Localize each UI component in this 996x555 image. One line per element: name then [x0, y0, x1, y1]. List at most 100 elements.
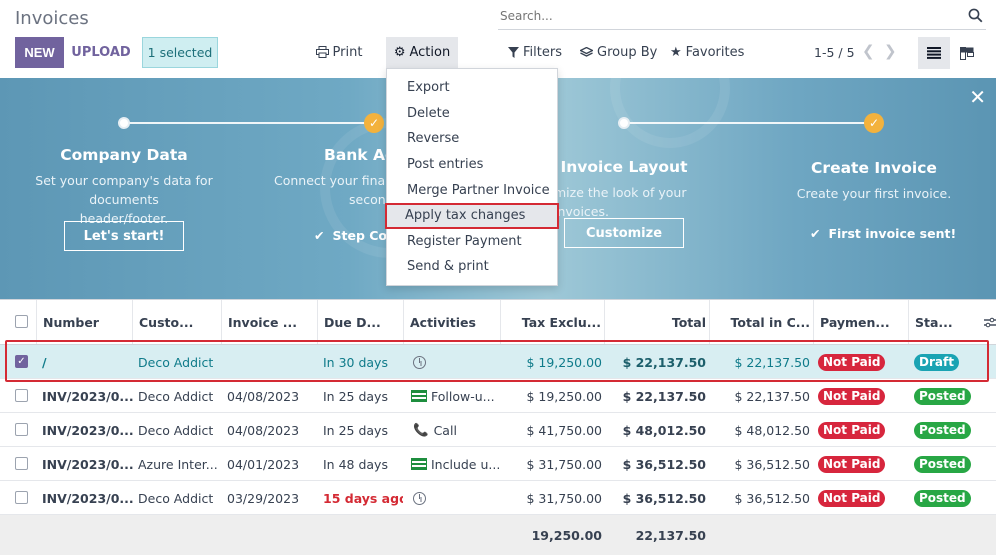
column-header-invoice-date[interactable]: Invoice ... [221, 300, 318, 344]
close-icon[interactable]: ✕ [969, 85, 986, 109]
group-by-toggle[interactable]: Group By [580, 45, 657, 60]
menu-item-reverse[interactable]: Reverse [387, 126, 557, 152]
column-header-due-date[interactable]: Due D... [317, 300, 404, 344]
cell-number: / [42, 354, 47, 370]
column-header-tax-excluded[interactable]: Tax Exclu... [500, 300, 605, 344]
clock-icon[interactable] [413, 491, 426, 505]
chevron-left-icon[interactable]: ❮ [862, 42, 875, 60]
menu-item-apply-tax-changes[interactable]: Apply tax changes [385, 202, 559, 229]
step-connector [624, 122, 874, 124]
cell-number: INV/2023/0... [42, 388, 134, 404]
search-icon[interactable] [968, 8, 983, 23]
cell-activity[interactable]: Follow-u... [411, 379, 501, 413]
cell-activity[interactable]: Include u... [411, 447, 501, 481]
step-connector [124, 122, 374, 124]
cell-number: INV/2023/0... [42, 456, 134, 472]
search-input[interactable] [498, 4, 938, 28]
column-header-activities[interactable]: Activities [403, 300, 501, 344]
kanban-view-button[interactable] [952, 37, 982, 69]
cell-invoice-date: 04/01/2023 [227, 456, 300, 472]
menu-item-delete[interactable]: Delete [387, 101, 557, 127]
status-badge: Posted [914, 421, 971, 439]
step-done-icon: ✓ [864, 113, 884, 133]
cell-invoice-date: 03/29/2023 [227, 490, 300, 506]
cell-activity[interactable]: 📞 Call [413, 413, 501, 447]
column-header-number[interactable]: Number [36, 300, 134, 344]
row-checkbox[interactable] [15, 491, 28, 504]
new-button[interactable]: NEW [15, 37, 64, 68]
column-header-total-currency[interactable]: Total in C... [709, 300, 814, 344]
cell-due-date: In 25 days [323, 422, 388, 438]
step-dot [118, 117, 130, 129]
cell-payment: Not Paid [818, 413, 908, 447]
optional-columns-icon[interactable] [978, 300, 996, 344]
print-button[interactable]: Print [308, 38, 370, 66]
cell-total-currency: $ 48,012.50 [734, 422, 810, 438]
menu-item-export[interactable]: Export [387, 75, 557, 101]
cell-total: $ 22,137.50 [622, 354, 706, 370]
row-checkbox[interactable] [15, 423, 28, 436]
upload-button[interactable]: UPLOAD [68, 37, 134, 68]
cell-tax-excluded: $ 31,750.00 [526, 490, 602, 506]
cell-total: $ 36,512.50 [622, 490, 706, 506]
row-checkbox[interactable] [15, 457, 28, 470]
favorites-label: Favorites [685, 45, 745, 60]
menu-item-post-entries[interactable]: Post entries [387, 152, 557, 178]
lets-start-button[interactable]: Let's start! [64, 221, 184, 251]
payment-status-badge: Not Paid [818, 421, 886, 439]
table-row[interactable]: INV/2023/0... Deco Addict 04/08/2023 In … [0, 413, 996, 447]
pager-value[interactable]: 1-5 / 5 [814, 45, 855, 60]
step-dot [618, 117, 630, 129]
cell-invoice-date: 04/08/2023 [227, 422, 300, 438]
footer-tax-excluded: 19,250.00 [531, 527, 602, 543]
cell-tax-excluded: $ 19,250.00 [526, 388, 602, 404]
clock-icon[interactable] [413, 355, 426, 369]
cell-tax-excluded: $ 41,750.00 [526, 422, 602, 438]
step-complete-create-invoice: ✔ First invoice sent! [810, 226, 957, 241]
row-checkbox[interactable] [15, 389, 28, 402]
chevron-right-icon[interactable]: ❯ [884, 42, 897, 60]
table-header: Number Custo... Invoice ... Due D... Act… [0, 299, 996, 345]
cell-activity[interactable] [413, 345, 501, 379]
row-checkbox[interactable]: ✓ [15, 355, 28, 368]
cell-total: $ 48,012.50 [622, 422, 706, 438]
group-by-label: Group By [597, 45, 658, 60]
layers-icon [580, 46, 593, 57]
cell-activity[interactable] [413, 481, 501, 515]
print-label: Print [332, 44, 363, 60]
status-badge: Draft [914, 353, 959, 371]
select-all-checkbox[interactable] [15, 315, 28, 328]
menu-item-register-payment[interactable]: Register Payment [387, 229, 557, 255]
cell-customer: Deco Addict [138, 490, 214, 506]
table-row[interactable]: ✓ / Deco Addict In 30 days $ 19,250.00 $… [0, 345, 996, 379]
payment-status-badge: Not Paid [818, 489, 886, 507]
cell-total-currency: $ 22,137.50 [734, 354, 810, 370]
list-view-button[interactable] [918, 37, 950, 69]
phone-icon: 📞 [413, 422, 429, 437]
filters-toggle[interactable]: Filters [508, 45, 562, 60]
cell-status: Posted [914, 481, 978, 515]
table-row[interactable]: INV/2023/0... Deco Addict 04/08/2023 In … [0, 379, 996, 413]
table-row[interactable]: INV/2023/0... Azure Inter... 04/01/2023 … [0, 447, 996, 481]
menu-item-merge-partner-invoice[interactable]: Merge Partner Invoice [387, 177, 557, 203]
menu-item-send-print[interactable]: Send & print [387, 254, 557, 280]
cell-total-currency: $ 36,512.50 [734, 456, 810, 472]
table-row[interactable]: INV/2023/0... Deco Addict 03/29/2023 15 … [0, 481, 996, 515]
cell-total: $ 36,512.50 [622, 456, 706, 472]
cell-invoice-date: 04/08/2023 [227, 388, 300, 404]
cell-payment: Not Paid [818, 481, 908, 515]
list-icon [927, 47, 941, 59]
payment-status-badge: Not Paid [818, 455, 886, 473]
column-header-total[interactable]: Total [604, 300, 710, 344]
column-header-payment[interactable]: Paymen... [813, 300, 909, 344]
column-header-status[interactable]: Sta... [908, 300, 978, 344]
kanban-icon [960, 46, 974, 60]
customize-button[interactable]: Customize [564, 218, 684, 248]
print-icon [315, 46, 329, 58]
favorites-toggle[interactable]: ★ Favorites [670, 45, 744, 60]
action-button[interactable]: ⚙ Action [386, 37, 458, 68]
selected-count-badge[interactable]: 1 selected [142, 37, 218, 68]
step-desc-company-data: Set your company's data for documents he… [35, 173, 213, 226]
step-desc-bank-account: Connect your finan secon [274, 173, 394, 207]
column-header-customer[interactable]: Custo... [132, 300, 222, 344]
